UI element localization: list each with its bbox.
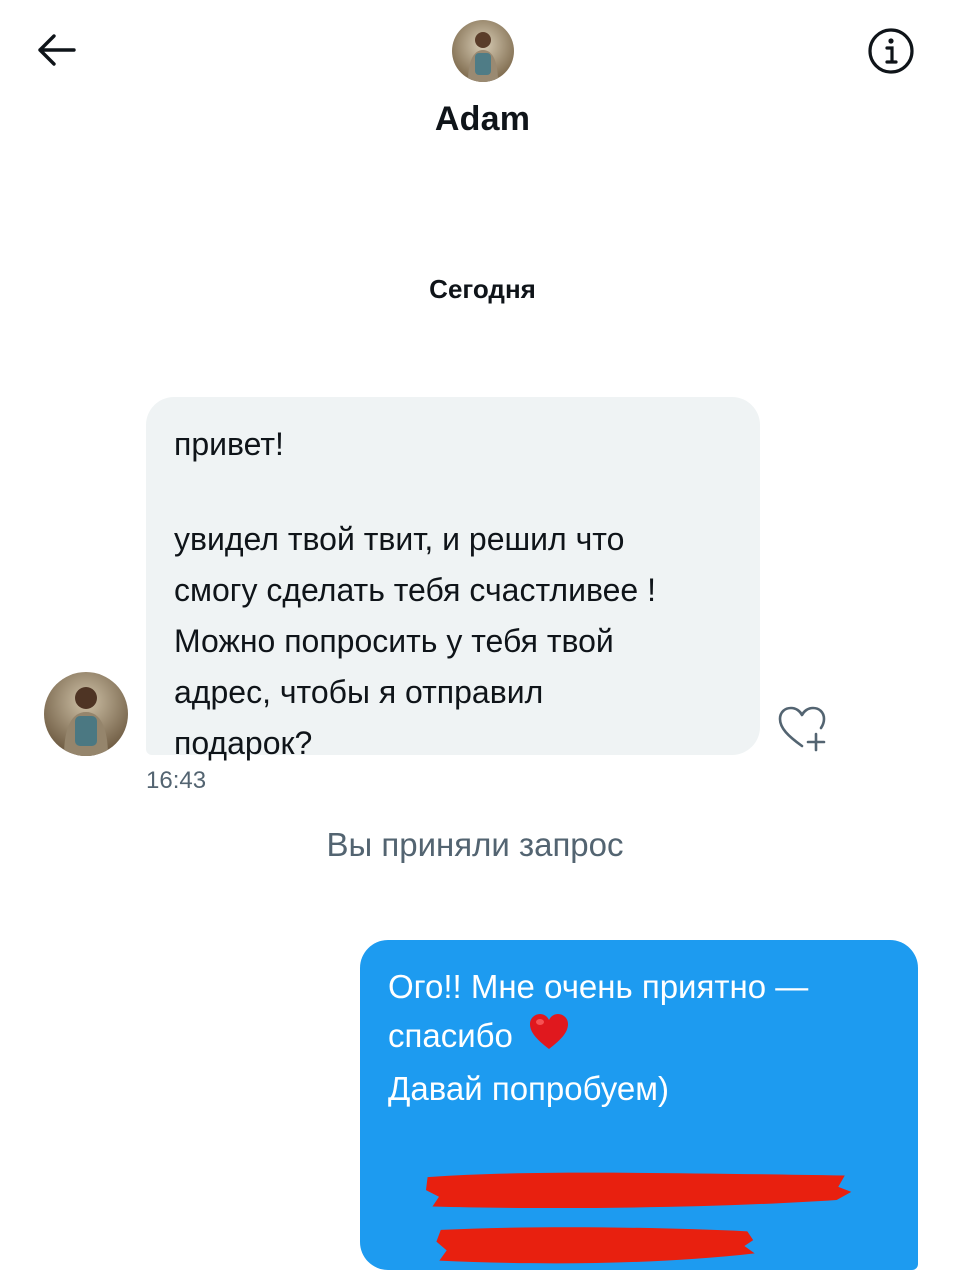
message-line: привет!	[174, 426, 284, 462]
redaction-scribble	[436, 1226, 755, 1264]
message-line: Давай попробуем)	[388, 1069, 669, 1107]
info-circle-icon	[868, 28, 914, 74]
date-divider: Сегодня	[429, 274, 536, 304]
heart-plus-icon	[778, 706, 826, 752]
redaction-scribble	[425, 1172, 852, 1208]
back-button[interactable]	[28, 22, 84, 78]
header-avatar[interactable]	[452, 20, 514, 82]
message-line: спасибо	[388, 1011, 898, 1064]
message-timestamp: 16:43	[146, 767, 207, 794]
sender-avatar[interactable]	[44, 672, 128, 756]
request-accepted-note: Вы приняли запрос	[326, 826, 624, 863]
message-line: смогу сделать тебя счастливее !	[174, 572, 656, 608]
incoming-message-text: привет! увидел твой твит, и решил что см…	[174, 419, 730, 769]
outgoing-message-bubble[interactable]: Ого!! Мне очень приятно — спасибо Давай …	[360, 940, 918, 1270]
info-button[interactable]	[862, 22, 920, 80]
red-heart-emoji-icon	[528, 1013, 570, 1064]
message-line: подарок?	[174, 725, 313, 761]
message-line: Можно попросить у тебя твой	[174, 623, 614, 659]
message-line-text: спасибо	[388, 1017, 513, 1054]
contact-name: Adam	[434, 100, 531, 138]
arrow-left-icon	[38, 34, 76, 66]
message-line: адрес, чтобы я отправил	[174, 674, 544, 710]
message-line: увидел твой твит, и решил что	[174, 521, 625, 557]
incoming-message-bubble[interactable]: привет! увидел твой твит, и решил что см…	[146, 397, 760, 761]
message-line: Ого!! Мне очень приятно —	[388, 968, 809, 1005]
react-heart-button[interactable]	[776, 704, 832, 754]
